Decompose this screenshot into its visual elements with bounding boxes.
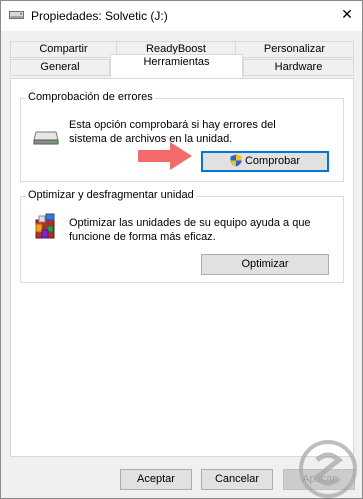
tab-panel-herramientas: Comprobación de errores Esta opción comp…	[10, 78, 354, 457]
error-check-desc-line1: Esta opción comprobará si hay errores de…	[69, 119, 276, 131]
close-button[interactable]: ✕	[340, 7, 354, 21]
error-check-title: Comprobación de errores	[26, 91, 155, 103]
optimize-button[interactable]: Optimizar	[201, 254, 329, 275]
drive-icon	[33, 131, 59, 145]
check-button-label: Comprobar	[244, 155, 301, 167]
tab-general[interactable]: General	[10, 59, 110, 76]
check-button[interactable]: Comprobar	[201, 151, 329, 172]
title-bar[interactable]: Propiedades: Solvetic (J:) ✕	[1, 1, 362, 31]
cancel-button[interactable]: Cancelar	[201, 469, 273, 490]
optimize-desc-line2: funcione de forma más eficaz.	[69, 231, 216, 243]
optimize-group: Optimizar y desfragmentar unidad Optimiz…	[20, 189, 344, 283]
window-title: Propiedades: Solvetic (J:)	[31, 9, 168, 23]
tab-compartir[interactable]: Compartir	[10, 41, 117, 58]
tab-personalizar[interactable]: Personalizar	[235, 41, 354, 58]
logo-watermark-icon	[299, 440, 357, 498]
defrag-icon	[35, 213, 55, 239]
drive-icon	[9, 11, 24, 19]
ok-button[interactable]: Aceptar	[120, 469, 192, 490]
optimize-desc-line1: Optimizar las unidades de su equipo ayud…	[69, 217, 311, 229]
tab-strip: Compartir ReadyBoost Personalizar Genera…	[10, 41, 354, 81]
uac-shield-icon	[230, 154, 242, 167]
optimize-title: Optimizar y desfragmentar unidad	[26, 189, 196, 201]
pointer-arrow-icon	[138, 142, 192, 170]
tab-herramientas[interactable]: Herramientas	[110, 54, 243, 78]
tab-hardware[interactable]: Hardware	[243, 59, 354, 76]
properties-window: Propiedades: Solvetic (J:) ✕ Compartir R…	[0, 0, 363, 499]
